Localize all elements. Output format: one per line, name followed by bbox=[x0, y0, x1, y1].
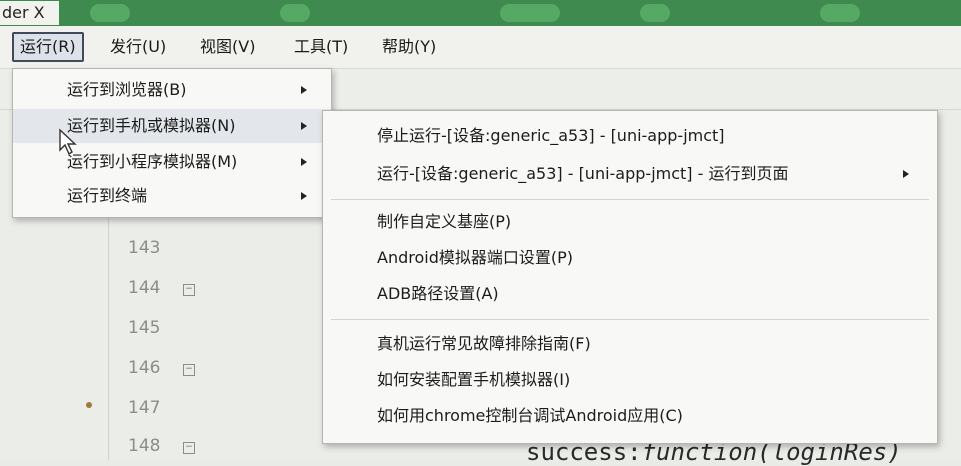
run-to-browser-item[interactable]: 运行到浏览器(B) bbox=[13, 73, 331, 107]
menu-item-label: 制作自定义基座(P) bbox=[377, 212, 512, 231]
fold-minus-icon[interactable]: − bbox=[183, 284, 195, 296]
menu-item-label: 运行到终端 bbox=[67, 186, 148, 205]
line-number: 143 bbox=[128, 238, 161, 258]
fold-minus-icon[interactable]: − bbox=[183, 442, 195, 454]
menu-item-label: 如何安装配置手机模拟器(I) bbox=[377, 370, 571, 389]
menu-item-label: 停止运行-[设备:generic_a53] - [uni-app-jmct] bbox=[377, 126, 725, 145]
menu-item-label: Android模拟器端口设置(P) bbox=[377, 248, 573, 267]
custom-base-item[interactable]: 制作自定义基座(P) bbox=[323, 205, 937, 239]
breakpoint-dot-icon[interactable] bbox=[86, 402, 92, 408]
menu-item-label: 运行-[设备:generic_a53] - [uni-app-jmct] - 运… bbox=[377, 164, 789, 183]
title-bar: der X bbox=[0, 0, 961, 26]
menu-item-label: 真机运行常见故障排除指南(F) bbox=[377, 334, 591, 353]
line-number: 144 bbox=[128, 278, 161, 298]
mouse-pointer-icon bbox=[59, 128, 77, 156]
menu-tools[interactable]: 工具(T) bbox=[288, 34, 354, 60]
chevron-right-icon bbox=[301, 122, 307, 130]
chevron-right-icon bbox=[903, 170, 909, 178]
adb-path-item[interactable]: ADB路径设置(A) bbox=[323, 277, 937, 311]
menu-item-label: 运行到小程序模拟器(M) bbox=[67, 152, 238, 171]
install-emulator-guide-item[interactable]: 如何安装配置手机模拟器(I) bbox=[323, 363, 937, 397]
menu-item-label: 如何用chrome控制台调试Android应用(C) bbox=[377, 406, 683, 425]
troubleshooting-guide-item[interactable]: 真机运行常见故障排除指南(F) bbox=[323, 327, 937, 361]
line-number: 146 bbox=[128, 358, 161, 378]
menu-item-label: ADB路径设置(A) bbox=[377, 284, 499, 303]
menu-item-label: 运行到浏览器(B) bbox=[67, 80, 187, 99]
run-to-terminal-item[interactable]: 运行到终端 bbox=[13, 179, 331, 213]
menubar: 运行(R) 发行(U) 视图(V) 工具(T) 帮助(Y) bbox=[0, 26, 961, 69]
menu-separator bbox=[331, 319, 929, 320]
menu-view[interactable]: 视图(V) bbox=[194, 34, 261, 60]
background-blur bbox=[280, 4, 310, 22]
device-submenu: 停止运行-[设备:generic_a53] - [uni-app-jmct] 运… bbox=[322, 110, 938, 444]
background-blur bbox=[90, 4, 130, 22]
chevron-right-icon bbox=[301, 158, 307, 166]
menu-help[interactable]: 帮助(Y) bbox=[376, 34, 442, 60]
menu-publish[interactable]: 发行(U) bbox=[104, 34, 172, 60]
window-title: der X bbox=[0, 1, 59, 25]
stop-run-item[interactable]: 停止运行-[设备:generic_a53] - [uni-app-jmct] bbox=[323, 119, 937, 153]
fold-minus-icon[interactable]: − bbox=[183, 364, 195, 376]
background-blur bbox=[640, 4, 670, 22]
background-blur bbox=[500, 4, 560, 22]
chrome-debug-guide-item[interactable]: 如何用chrome控制台调试Android应用(C) bbox=[323, 399, 937, 433]
line-number: 148 bbox=[128, 436, 161, 456]
menu-item-label: 运行到手机或模拟器(N) bbox=[67, 116, 236, 135]
line-number: 147 bbox=[128, 398, 161, 418]
run-to-page-item[interactable]: 运行-[设备:generic_a53] - [uni-app-jmct] - 运… bbox=[323, 157, 937, 191]
background-blur bbox=[820, 4, 860, 22]
menu-separator bbox=[331, 199, 929, 200]
android-emulator-port-item[interactable]: Android模拟器端口设置(P) bbox=[323, 241, 937, 275]
chevron-right-icon bbox=[301, 86, 307, 94]
chevron-right-icon bbox=[301, 192, 307, 200]
line-number: 145 bbox=[128, 318, 161, 338]
menu-run[interactable]: 运行(R) bbox=[12, 32, 84, 62]
